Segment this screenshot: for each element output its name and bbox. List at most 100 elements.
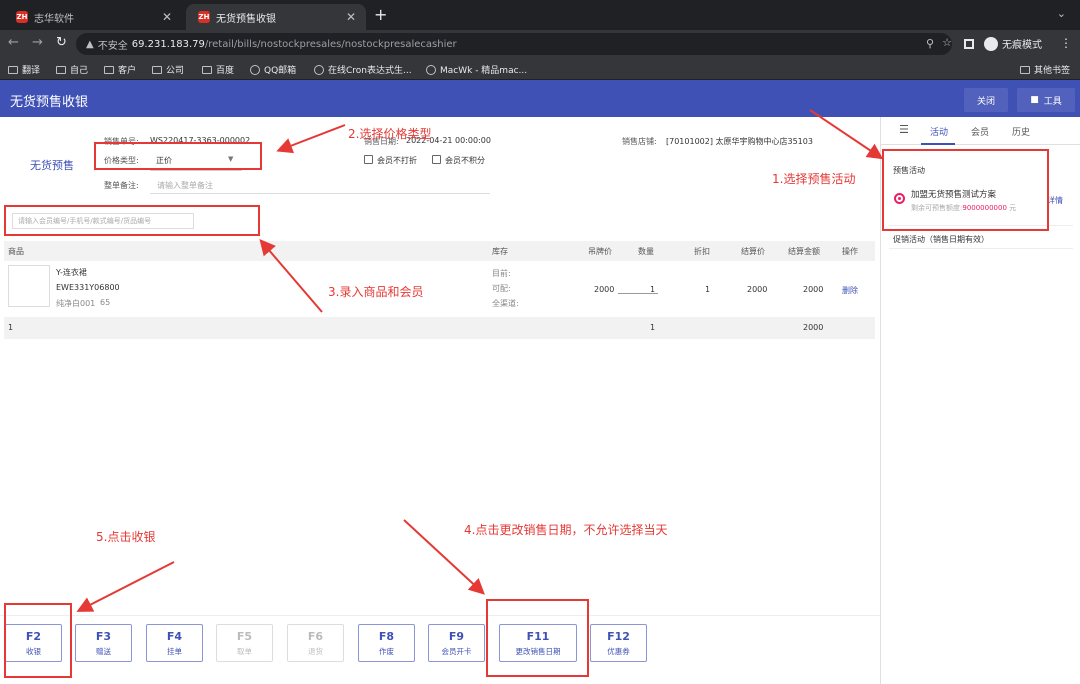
plan-detail-link[interactable]: 详情 xyxy=(1047,195,1063,206)
f8-void-button[interactable]: F8 作废 xyxy=(358,624,415,662)
fkey-key: F8 xyxy=(378,630,395,643)
remark-label: 整单备注: xyxy=(104,181,139,190)
annotation-box-change-date xyxy=(486,599,589,677)
url-host: 69.231.183.79 xyxy=(131,38,205,50)
bookmark-label: MacWk - 精品mac... xyxy=(440,66,528,76)
remark-input[interactable]: 请输入整单备注 xyxy=(157,180,213,191)
annotation-step3: 3.录入商品和会员 xyxy=(328,285,424,299)
f6-return-button[interactable]: F6 退货 xyxy=(287,624,344,662)
close-tab-icon[interactable]: ✕ xyxy=(162,10,172,24)
tools-button[interactable]: ■ 工具 xyxy=(1017,88,1075,112)
col-qty: 数量 xyxy=(638,247,654,256)
browser-tab[interactable]: ZH 志华软件 ✕ xyxy=(4,4,182,30)
bookmark-label: 客户 xyxy=(118,66,137,76)
footer-count: 1 xyxy=(8,323,14,332)
zoom-icon[interactable]: ⚲ xyxy=(926,37,934,50)
active-tab-indicator xyxy=(921,143,955,145)
insecure-label: 不安全 xyxy=(97,40,128,52)
reload-icon[interactable]: ↻ xyxy=(56,35,67,50)
incognito-indicator[interactable]: 无痕模式 xyxy=(964,36,1042,51)
back-icon[interactable]: ← xyxy=(8,35,19,50)
annotation-step1: 1.选择预售活动 xyxy=(772,172,856,186)
translate-icon xyxy=(8,65,18,74)
tools-button-label: 工具 xyxy=(1043,96,1062,107)
more-menu-icon[interactable]: ⋮ xyxy=(1060,36,1072,50)
f4-hold-button[interactable]: F4 挂单 xyxy=(146,624,203,662)
bookmark-label: QQ邮箱 xyxy=(264,66,297,76)
checkbox-icon xyxy=(364,155,373,164)
browser-tab-bar: ZH 志华软件 ✕ ZH 无货预售收银 ✕ + ⌄ xyxy=(0,0,1080,30)
table-row[interactable]: Y-连衣裙 EWE331Y06800 纯净白001 65 目前: 可配: 全渠道… xyxy=(4,261,875,317)
bookmark-item[interactable]: QQ邮箱 xyxy=(250,63,296,76)
price-type-underline xyxy=(150,170,242,171)
bookmark-label: 在线Cron表达式生... xyxy=(328,66,412,76)
other-bookmarks[interactable]: 其他书签 xyxy=(1020,63,1070,76)
globe-icon xyxy=(314,64,324,75)
f5-retrieve-button[interactable]: F5 取单 xyxy=(216,624,273,662)
url-input[interactable]: ▲ 不安全 69.231.183.79 /retail/bills/nostoc… xyxy=(76,33,952,55)
browser-tab-active[interactable]: ZH 无货预售收银 ✕ xyxy=(186,4,366,30)
annotation-box-price-type xyxy=(94,142,262,170)
annotation-step5: 5.点击收银 xyxy=(96,530,156,544)
tab-search-icon[interactable]: ⌄ xyxy=(1057,7,1066,20)
annotation-box-presale-activity xyxy=(882,149,1049,231)
cashier-main: 无货预售 销售单号: WS220417-3363-000002 价格类型: 正价… xyxy=(0,117,880,684)
incognito-label: 无痕模式 xyxy=(1002,40,1042,51)
page-title: 无货预售收银 xyxy=(10,95,89,110)
bookmark-item[interactable]: 翻译 xyxy=(8,63,40,76)
bookmark-item[interactable]: 在线Cron表达式生... xyxy=(314,63,412,76)
no-points-checkbox[interactable]: 会员不积分 xyxy=(432,155,485,166)
product-name: Y-连衣裙 xyxy=(56,268,87,277)
bookmark-item[interactable]: 自己 xyxy=(56,63,88,76)
close-tab-icon[interactable]: ✕ xyxy=(346,10,356,24)
bookmarks-bar: 翻译 自己 客户 公司 百度 QQ邮箱 在线Cron表达式生... MacWk … xyxy=(0,58,1080,80)
checkbox-label: 会员不积分 xyxy=(445,156,485,165)
fkey-key: F6 xyxy=(307,630,324,643)
warning-icon: ▲ xyxy=(86,38,94,50)
bookmark-item[interactable]: MacWk - 精品mac... xyxy=(426,63,527,76)
no-discount-checkbox[interactable]: 会员不打折 xyxy=(364,155,417,166)
baidu-icon xyxy=(202,65,212,74)
function-key-divider xyxy=(0,615,880,616)
qqmail-icon xyxy=(250,64,260,75)
bookmark-item[interactable]: 客户 xyxy=(104,63,136,76)
fkey-key: F9 xyxy=(448,630,465,643)
folder-icon xyxy=(104,65,114,74)
tab-activity[interactable]: 活动 xyxy=(930,125,948,138)
new-tab-button[interactable]: + xyxy=(374,5,387,24)
forward-icon[interactable]: → xyxy=(32,35,43,50)
sidepanel-icon[interactable] xyxy=(964,38,974,49)
bookmark-star-icon[interactable]: ☆ xyxy=(942,36,952,49)
annotation-step2: 2.选择价格类型 xyxy=(348,127,432,141)
f9-open-card-button[interactable]: F9 会员开卡 xyxy=(428,624,485,662)
bookmark-item[interactable]: 百度 xyxy=(202,63,234,76)
site-favicon: ZH xyxy=(198,11,210,23)
fkey-label: 取单 xyxy=(237,647,252,656)
address-bar: ← → ↻ ▲ 不安全 69.231.183.79 /retail/bills/… xyxy=(0,30,1080,58)
tab-member[interactable]: 会员 xyxy=(971,125,989,138)
bookmark-item[interactable]: 公司 xyxy=(152,63,184,76)
app-header: 无货预售收银 关闭 ■ 工具 xyxy=(0,80,1080,117)
delete-link[interactable]: 删除 xyxy=(842,285,858,296)
fkey-key: F12 xyxy=(607,630,630,643)
footer-qty: 1 xyxy=(650,323,656,332)
tab-history[interactable]: 历史 xyxy=(1012,125,1030,138)
col-product: 商品 xyxy=(8,247,24,256)
col-settle-price: 结算价 xyxy=(741,247,765,256)
bookmark-label: 其他书签 xyxy=(1034,66,1071,76)
bookmark-label: 百度 xyxy=(216,66,235,76)
fkey-label: 赠送 xyxy=(96,647,111,656)
f12-coupon-button[interactable]: F12 优惠券 xyxy=(590,624,647,662)
close-button[interactable]: 关闭 xyxy=(964,88,1008,112)
qty-underline xyxy=(618,293,658,294)
fkey-label: 退货 xyxy=(308,647,323,656)
fkey-key: F4 xyxy=(166,630,183,643)
fkey-label: 作废 xyxy=(379,647,394,656)
fkey-label: 挂单 xyxy=(167,647,182,656)
col-discount: 折扣 xyxy=(694,247,710,256)
list-icon[interactable]: ☰ xyxy=(899,123,909,136)
product-size: 65 xyxy=(100,298,111,307)
url-path: /retail/bills/nostockpresales/nostockpre… xyxy=(204,38,457,50)
f3-gift-button[interactable]: F3 赠送 xyxy=(75,624,132,662)
tab-title: 志华软件 xyxy=(34,13,74,25)
